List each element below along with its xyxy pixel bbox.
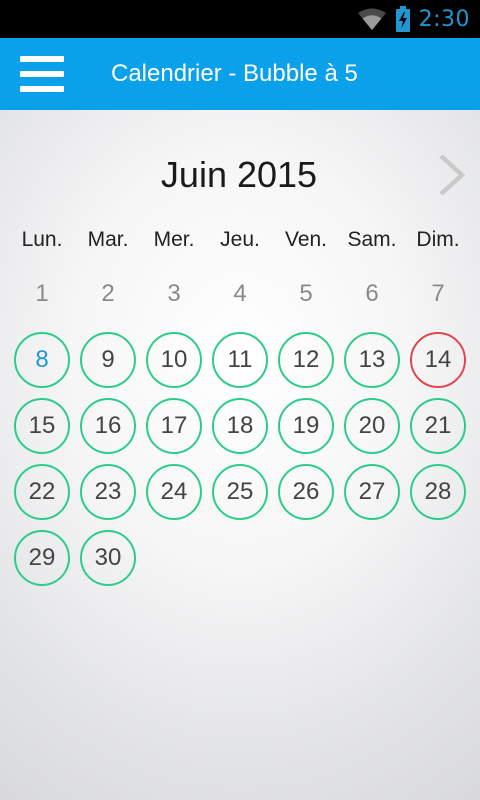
calendar-day-23[interactable]: 23 <box>80 464 136 520</box>
status-clock: 2:30 <box>418 6 470 32</box>
calendar-day-3[interactable]: 3 <box>146 266 202 322</box>
status-bar: 2:30 <box>0 0 480 38</box>
weekday-label: Jeu. <box>220 228 260 251</box>
battery-charging-icon <box>395 6 411 32</box>
menu-line <box>20 71 64 77</box>
menu-line <box>20 86 64 92</box>
wifi-icon <box>357 7 387 31</box>
calendar-day-2[interactable]: 2 <box>80 266 136 322</box>
calendar-day-28[interactable]: 28 <box>410 464 466 520</box>
month-title: Juin 2015 <box>160 154 318 195</box>
calendar-day-16[interactable]: 16 <box>80 398 136 454</box>
app-bar: Calendrier - Bubble à 5 <box>0 38 480 110</box>
weekday-label: Mer. <box>153 228 195 251</box>
hamburger-menu-icon[interactable] <box>20 56 64 92</box>
calendar-day-17[interactable]: 17 <box>146 398 202 454</box>
weekday-header: Lun. Mar. Mer. Jeu. Ven. Sam. Dim. <box>0 225 480 255</box>
calendar-day-19[interactable]: 19 <box>278 398 334 454</box>
calendar-day-12[interactable]: 12 <box>278 332 334 388</box>
calendar-day-26[interactable]: 26 <box>278 464 334 520</box>
calendar-day-21[interactable]: 21 <box>410 398 466 454</box>
status-icons: 2:30 <box>357 0 470 38</box>
calendar-day-11[interactable]: 11 <box>212 332 268 388</box>
calendar-day-4[interactable]: 4 <box>212 266 268 322</box>
calendar-day-18[interactable]: 18 <box>212 398 268 454</box>
weekday-label: Ven. <box>284 228 328 251</box>
menu-line <box>20 56 64 62</box>
calendar-day-24[interactable]: 24 <box>146 464 202 520</box>
chevron-right-icon[interactable] <box>432 152 472 198</box>
calendar-day-7[interactable]: 7 <box>410 266 466 322</box>
calendar-day-29[interactable]: 29 <box>14 530 70 586</box>
calendar-day-25[interactable]: 25 <box>212 464 268 520</box>
calendar-day-14[interactable]: 14 <box>410 332 466 388</box>
calendar-day-8[interactable]: 8 <box>14 332 70 388</box>
weekday-label: Sam. <box>347 228 397 251</box>
calendar-day-22[interactable]: 22 <box>14 464 70 520</box>
calendar-day-15[interactable]: 15 <box>14 398 70 454</box>
calendar-day-10[interactable]: 10 <box>146 332 202 388</box>
calendar-day-6[interactable]: 6 <box>344 266 400 322</box>
weekday-label: Lun. <box>21 228 63 251</box>
app-title: Calendrier - Bubble à 5 <box>111 60 358 87</box>
calendar-day-20[interactable]: 20 <box>344 398 400 454</box>
calendar-day-27[interactable]: 27 <box>344 464 400 520</box>
weekday-label: Dim. <box>416 228 460 251</box>
calendar-day-30[interactable]: 30 <box>80 530 136 586</box>
calendar-day-9[interactable]: 9 <box>80 332 136 388</box>
weekday-label: Mar. <box>87 228 129 251</box>
calendar-day-13[interactable]: 13 <box>344 332 400 388</box>
calendar-day-1[interactable]: 1 <box>14 266 70 322</box>
calendar-day-5[interactable]: 5 <box>278 266 334 322</box>
